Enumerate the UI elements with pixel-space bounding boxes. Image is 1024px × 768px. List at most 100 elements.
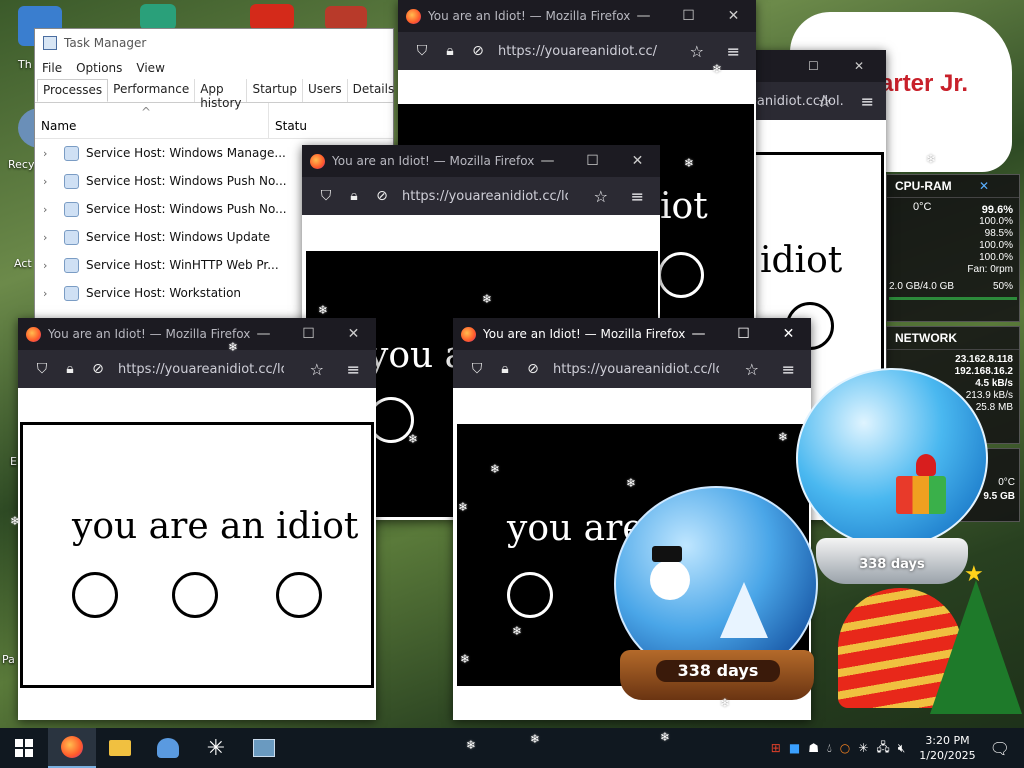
minimize-icon[interactable]: —	[676, 318, 721, 350]
maximize-icon[interactable]: ☐	[286, 318, 331, 350]
bookmark-star-icon[interactable]: ☆	[594, 187, 608, 206]
permissions-icon[interactable]: ⊘	[368, 188, 396, 204]
tray-snowflake-icon[interactable]: ✳	[858, 741, 868, 755]
maximize-icon[interactable]: ☐	[570, 145, 615, 177]
ram-usage: 2.0 GB/4.0 GB	[889, 281, 955, 292]
menu-file[interactable]: File	[42, 61, 62, 75]
taskbar-control-panel[interactable]	[240, 728, 288, 768]
menu-view[interactable]: View	[136, 61, 164, 75]
window-title: Task Manager	[64, 36, 147, 50]
window-titlebar[interactable]: Task Manager	[35, 29, 393, 57]
clock[interactable]: 3:20 PM 1/20/2025	[919, 733, 975, 763]
column-status[interactable]: Statu	[275, 119, 307, 133]
tray-app-icon[interactable]: ⊞	[771, 741, 781, 755]
close-icon[interactable]: ✕	[854, 59, 864, 73]
tray-drop-icon[interactable]: 💧︎	[827, 741, 832, 756]
tab-users[interactable]: Users	[303, 79, 348, 102]
bookmark-star-icon[interactable]: ☆	[818, 92, 832, 111]
bookmark-star-icon[interactable]: ☆	[690, 42, 704, 61]
menu-icon[interactable]: ≡	[631, 187, 644, 206]
taskbar-snowflake[interactable]: ✳	[192, 728, 240, 768]
tab-performance[interactable]: Performance	[108, 79, 196, 102]
snowflake-icon: ❄	[466, 738, 477, 752]
firefox-window[interactable]: You are an Idiot! — Mozilla Firefox — ☐ …	[18, 318, 376, 720]
close-icon[interactable]: ✕	[615, 145, 660, 177]
tray-ring-icon[interactable]: ○	[840, 741, 850, 755]
expand-icon[interactable]: ›	[43, 203, 59, 216]
url-bar[interactable]: https://youareanidiot.cc/lol.	[118, 362, 284, 377]
tracking-shield-icon[interactable]: ⛉	[408, 43, 436, 59]
menu-bar: File Options View	[35, 57, 393, 79]
permissions-icon[interactable]: ⊘	[84, 361, 112, 377]
window-titlebar[interactable]: You are an Idiot! — Mozilla Firefox — ☐ …	[18, 318, 376, 350]
url-bar[interactable]: https://youareanidiot.cc/lol.	[498, 44, 658, 59]
window-titlebar[interactable]: You are an Idiot! — Mozilla Firefox — ☐ …	[302, 145, 660, 177]
window-titlebar[interactable]: ☐ ✕	[752, 50, 886, 82]
tracking-shield-icon[interactable]: ⛉	[463, 361, 491, 377]
close-icon[interactable]: ✕	[331, 318, 376, 350]
expand-icon[interactable]: ›	[43, 175, 59, 188]
smiley-icon	[172, 572, 218, 618]
url-bar[interactable]: https://youareanidiot.cc/lol.	[402, 189, 568, 204]
snowflake-icon: ✳	[206, 735, 226, 761]
expand-icon[interactable]: ›	[43, 259, 59, 272]
lock-icon[interactable]: 🔒︎	[491, 361, 519, 377]
taskbar-app[interactable]	[144, 728, 192, 768]
sort-arrow-icon[interactable]: ^	[141, 105, 151, 119]
window-titlebar[interactable]: You are an Idiot! — Mozilla Firefox — ☐ …	[398, 0, 756, 32]
volume-muted-icon[interactable]: 🔇︎	[898, 741, 906, 756]
tracking-shield-icon[interactable]: ⛉	[28, 361, 56, 377]
maximize-icon[interactable]: ☐	[666, 0, 711, 32]
permissions-icon[interactable]: ⊘	[464, 43, 492, 59]
window-titlebar[interactable]: You are an Idiot! — Mozilla Firefox — ☐ …	[453, 318, 811, 350]
taskbar-file-explorer[interactable]	[96, 728, 144, 768]
permissions-icon[interactable]: ⊘	[519, 361, 547, 377]
tab-details[interactable]: Details	[348, 79, 401, 102]
settings-icon[interactable]: ✕	[979, 179, 989, 193]
minimize-icon[interactable]: —	[241, 318, 286, 350]
tab-processes[interactable]: Processes	[37, 79, 109, 102]
window-title: You are an Idiot! — Mozilla Firefox	[332, 154, 535, 168]
close-icon[interactable]: ✕	[711, 0, 756, 32]
tray-app-icon[interactable]: ■	[789, 741, 800, 755]
tray-app-icon[interactable]: ☗	[808, 741, 819, 755]
lock-icon[interactable]: 🔒︎	[56, 361, 84, 377]
minimize-icon[interactable]: —	[525, 145, 570, 177]
menu-icon[interactable]: ≡	[347, 360, 360, 379]
menu-icon[interactable]: ≡	[861, 92, 874, 111]
lock-icon[interactable]: 🔒︎	[340, 188, 368, 204]
expand-icon[interactable]: ›	[43, 231, 59, 244]
network-icon[interactable]: 🖧︎	[876, 738, 889, 759]
expand-icon[interactable]: ›	[43, 147, 59, 160]
snowflake-icon: ❄	[482, 292, 493, 306]
tracking-shield-icon[interactable]: ⛉	[312, 188, 340, 204]
taskbar-firefox[interactable]	[48, 728, 96, 768]
tab-startup[interactable]: Startup	[247, 79, 304, 102]
desktop-icon-santa[interactable]	[325, 6, 367, 30]
lock-icon[interactable]: 🔒︎	[436, 43, 464, 59]
start-button[interactable]	[0, 728, 48, 768]
fan-speed: Fan: 0rpm	[967, 264, 1013, 275]
menu-icon[interactable]: ≡	[782, 360, 795, 379]
desktop-icon-mcdonalds[interactable]	[250, 4, 294, 30]
maximize-icon[interactable]: ☐	[721, 318, 766, 350]
column-name[interactable]: Name	[41, 119, 76, 133]
menu-options[interactable]: Options	[76, 61, 122, 75]
minimize-icon[interactable]: —	[621, 0, 666, 32]
bookmark-star-icon[interactable]: ☆	[310, 360, 324, 379]
menu-icon[interactable]: ≡	[727, 42, 740, 61]
snowflake-icon: ❄	[720, 696, 731, 710]
firefox-logo-icon	[310, 153, 325, 169]
cpu-temp: 0°C	[913, 201, 932, 213]
tab-app-history[interactable]: App history	[195, 79, 248, 110]
bookmark-star-icon[interactable]: ☆	[745, 360, 759, 379]
notification-icon[interactable]: 🗨︎	[990, 739, 1010, 758]
close-icon[interactable]: ✕	[766, 318, 811, 350]
snowflake-icon: ❄	[712, 62, 723, 76]
window-controls: — ☐ ✕	[525, 145, 660, 177]
desktop-icon-app[interactable]	[140, 4, 176, 30]
expand-icon[interactable]: ›	[43, 287, 59, 300]
nav-bar: ⛉ 🔒︎ ⊘ https://youareanidiot.cc/lol. ☆ ≡	[302, 177, 660, 215]
maximize-icon[interactable]: ☐	[808, 59, 819, 73]
url-bar[interactable]: https://youareanidiot.cc/lol.	[553, 362, 719, 377]
